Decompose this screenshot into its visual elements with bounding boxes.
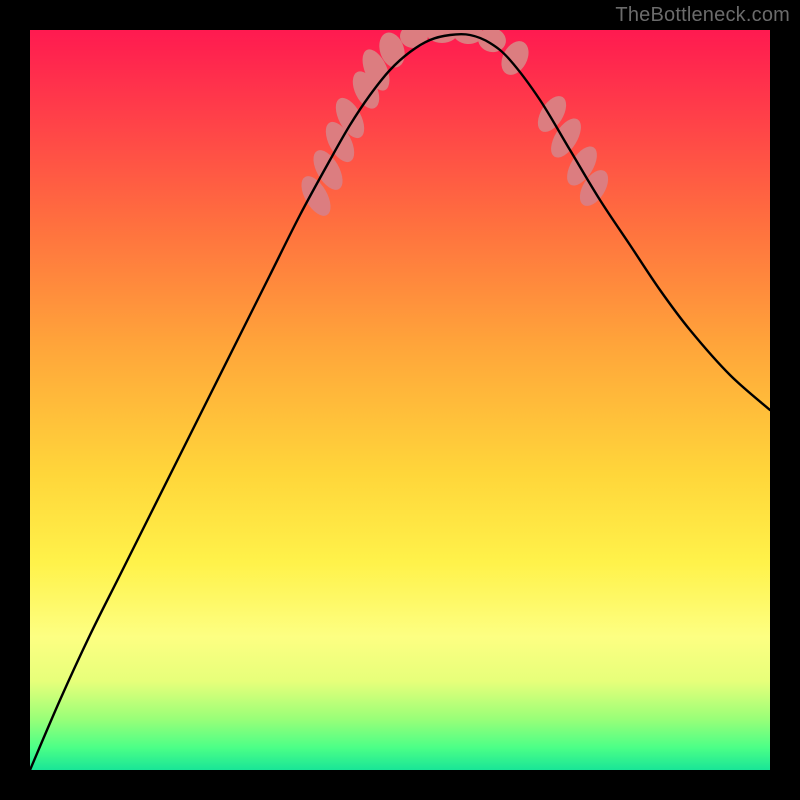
- curve-layer: [30, 30, 770, 770]
- blob-markers: [295, 30, 613, 221]
- blob-marker: [399, 30, 429, 49]
- bottleneck-curve: [30, 34, 770, 770]
- plot-area: [30, 30, 770, 770]
- blob-marker: [476, 30, 508, 55]
- attribution-label: TheBottleneck.com: [615, 4, 790, 27]
- chart-frame: TheBottleneck.com: [0, 0, 800, 800]
